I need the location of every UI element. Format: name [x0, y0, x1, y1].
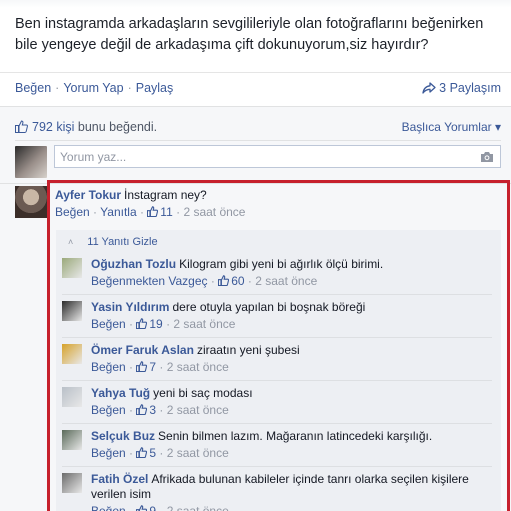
divider	[0, 72, 511, 73]
likes-count-link[interactable]: 792 kişi	[32, 120, 74, 134]
write-comment-box	[54, 145, 501, 168]
share-count-link[interactable]: 3 Paylaşım	[422, 81, 501, 97]
top-fade	[0, 0, 511, 8]
post-actions: Beğen · Yorum Yap · Paylaş	[15, 81, 174, 95]
divider	[15, 140, 501, 141]
likes-summary: 792 kişi bunu beğendi.	[15, 120, 157, 136]
camera-icon[interactable]	[480, 150, 494, 168]
thumbs-up-icon	[15, 120, 28, 136]
comment-button[interactable]: Yorum Yap	[63, 81, 123, 95]
current-user-avatar	[15, 146, 47, 178]
share-count: 3 Paylaşım	[439, 81, 501, 95]
post-text: Ben instagramda arkadaşların sevgilileri…	[15, 16, 484, 53]
highlight-frame	[47, 180, 510, 511]
like-button[interactable]: Beğen	[15, 81, 51, 95]
share-button[interactable]: Paylaş	[136, 81, 174, 95]
top-comments-dropdown[interactable]: Başlıca Yorumlar ▾	[402, 120, 501, 134]
commenter-avatar[interactable]	[15, 186, 47, 218]
comment-input[interactable]	[55, 146, 465, 167]
share-icon	[422, 82, 436, 97]
likes-suffix: bunu beğendi.	[77, 120, 158, 134]
